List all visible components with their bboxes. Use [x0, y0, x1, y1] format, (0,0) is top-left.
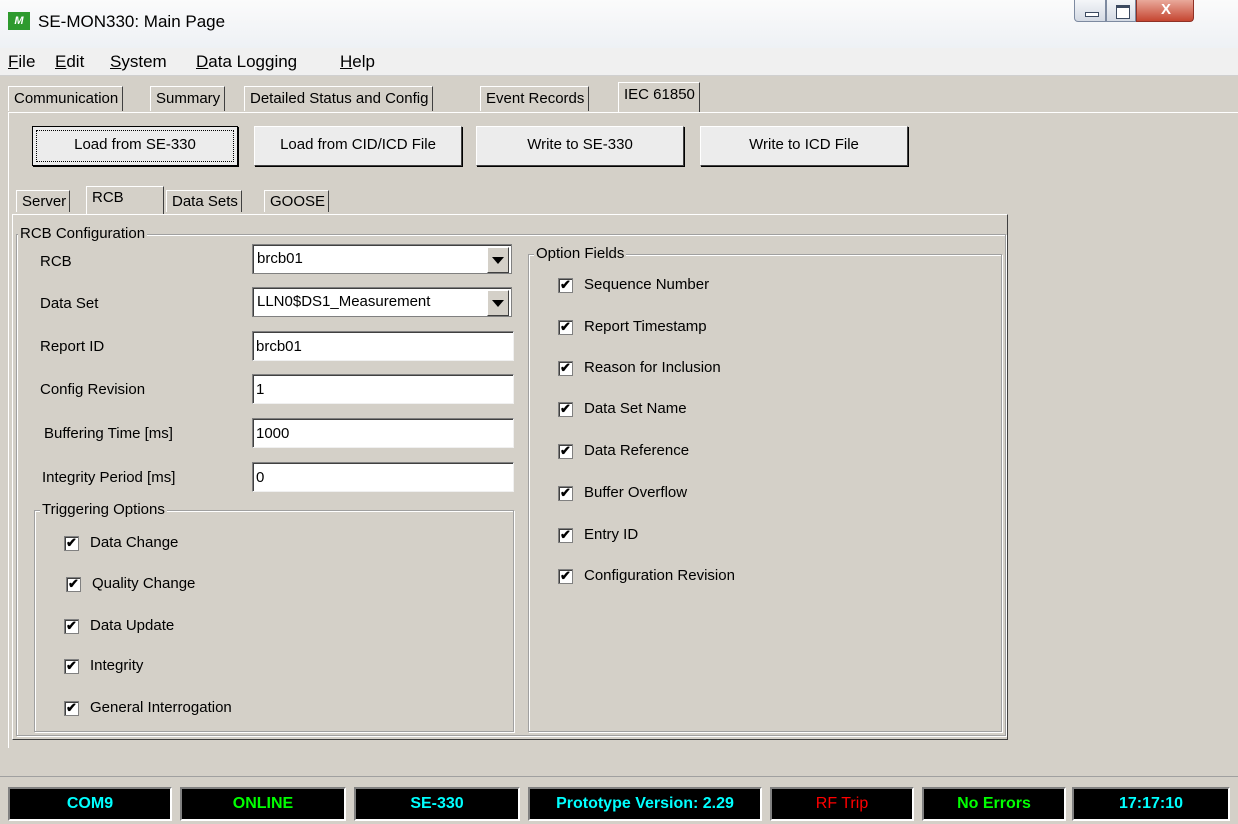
- integrity-period-field[interactable]: 0: [252, 462, 514, 492]
- status-port: COM9: [8, 787, 172, 821]
- dataset-label: Data Set: [40, 295, 99, 312]
- load-from-se330-button[interactable]: Load from SE-330: [32, 126, 238, 166]
- integrity-period-label: Integrity Period [ms]: [42, 469, 176, 486]
- data-change-checkbox[interactable]: ✔: [64, 535, 79, 551]
- subtab-rcb[interactable]: RCB: [86, 186, 164, 214]
- rcb-select[interactable]: brcb01: [252, 244, 512, 274]
- tab-iec61850[interactable]: IEC 61850: [618, 82, 700, 112]
- tab-event-records[interactable]: Event Records: [480, 86, 590, 111]
- status-version: Prototype Version: 2.29: [528, 787, 762, 821]
- option-fields-title: Option Fields: [534, 245, 627, 262]
- data-reference-label: Data Reference: [584, 442, 690, 459]
- close-button[interactable]: X: [1136, 0, 1194, 22]
- data-change-label: Data Change: [90, 534, 179, 551]
- report-timestamp-label: Report Timestamp: [584, 318, 707, 335]
- buffering-time-label: Buffering Time [ms]: [44, 425, 173, 442]
- config-revision-field[interactable]: 1: [252, 374, 514, 404]
- entry-id-label: Entry ID: [584, 526, 639, 543]
- report-timestamp-checkbox[interactable]: ✔: [558, 319, 573, 335]
- write-to-se330-button[interactable]: Write to SE-330: [476, 126, 684, 166]
- window-title: SE-MON330: Main Page: [38, 12, 226, 31]
- maximize-icon: [1116, 5, 1130, 19]
- data-set-name-label: Data Set Name: [584, 400, 687, 417]
- integrity-checkbox[interactable]: ✔: [64, 658, 79, 674]
- buffer-overflow-checkbox[interactable]: ✔: [558, 485, 573, 501]
- quality-change-label: Quality Change: [92, 575, 196, 592]
- rcb-select-value: brcb01: [257, 250, 303, 267]
- status-bar: COM9 ONLINE SE-330 Prototype Version: 2.…: [0, 776, 1238, 824]
- status-clock: 17:17:10: [1072, 787, 1230, 821]
- general-interrogation-label: General Interrogation: [90, 699, 232, 716]
- app-logo-icon: M: [8, 12, 30, 30]
- menu-bar: File Edit System Data Logging Help: [0, 48, 1238, 76]
- integrity-label: Integrity: [90, 657, 144, 674]
- title-bar: M SE-MON330: Main Page X: [0, 0, 1238, 48]
- reason-for-inclusion-label: Reason for Inclusion: [584, 359, 721, 376]
- sequence-number-checkbox[interactable]: ✔: [558, 277, 573, 293]
- config-revision-label: Config Revision: [40, 381, 146, 398]
- tab-detailed-status[interactable]: Detailed Status and Config: [244, 86, 434, 111]
- tab-communication[interactable]: Communication: [8, 86, 124, 111]
- report-id-label: Report ID: [40, 338, 105, 355]
- dataset-select[interactable]: LLN0$DS1_Measurement: [252, 287, 512, 317]
- menu-help[interactable]: Help: [340, 52, 375, 72]
- dataset-dropdown-button[interactable]: [487, 290, 509, 316]
- rcb-label: RCB: [40, 253, 72, 270]
- maximize-button[interactable]: [1106, 0, 1136, 22]
- configuration-revision-label: Configuration Revision: [584, 567, 735, 584]
- sequence-number-label: Sequence Number: [584, 276, 710, 293]
- close-icon: X: [1160, 1, 1171, 18]
- status-connection: ONLINE: [180, 787, 346, 821]
- buffer-overflow-label: Buffer Overflow: [584, 484, 688, 501]
- status-trip: RF Trip: [770, 787, 914, 821]
- subtab-data-sets[interactable]: Data Sets: [166, 190, 242, 212]
- report-id-field[interactable]: brcb01: [252, 331, 514, 361]
- chevron-down-icon: [492, 300, 504, 307]
- status-errors: No Errors: [922, 787, 1066, 821]
- menu-data-logging[interactable]: Data Logging: [196, 52, 297, 72]
- general-interrogation-checkbox[interactable]: ✔: [64, 700, 79, 716]
- write-to-icd-button[interactable]: Write to ICD File: [700, 126, 908, 166]
- data-update-label: Data Update: [90, 617, 175, 634]
- triggering-options-title: Triggering Options: [40, 501, 167, 518]
- menu-system[interactable]: System: [110, 52, 167, 72]
- buffering-time-field[interactable]: 1000: [252, 418, 514, 448]
- quality-change-checkbox[interactable]: ✔: [66, 576, 81, 592]
- data-update-checkbox[interactable]: ✔: [64, 618, 79, 634]
- data-reference-checkbox[interactable]: ✔: [558, 443, 573, 459]
- minimize-button[interactable]: [1074, 0, 1106, 22]
- data-set-name-checkbox[interactable]: ✔: [558, 401, 573, 417]
- status-device: SE-330: [354, 787, 520, 821]
- rcb-dropdown-button[interactable]: [487, 247, 509, 273]
- chevron-down-icon: [492, 257, 504, 264]
- menu-edit[interactable]: Edit: [55, 52, 84, 72]
- tab-summary[interactable]: Summary: [150, 86, 226, 111]
- entry-id-checkbox[interactable]: ✔: [558, 527, 573, 543]
- reason-for-inclusion-checkbox[interactable]: ✔: [558, 360, 573, 376]
- subtab-goose[interactable]: GOOSE: [264, 190, 330, 212]
- rcb-configuration-title: RCB Configuration: [18, 225, 148, 242]
- menu-file[interactable]: File: [8, 52, 35, 72]
- configuration-revision-checkbox[interactable]: ✔: [558, 568, 573, 584]
- dataset-select-value: LLN0$DS1_Measurement: [257, 293, 431, 310]
- subtab-server[interactable]: Server: [16, 190, 71, 212]
- minimize-icon: [1085, 12, 1099, 17]
- load-from-cid-button[interactable]: Load from CID/ICD File: [254, 126, 462, 166]
